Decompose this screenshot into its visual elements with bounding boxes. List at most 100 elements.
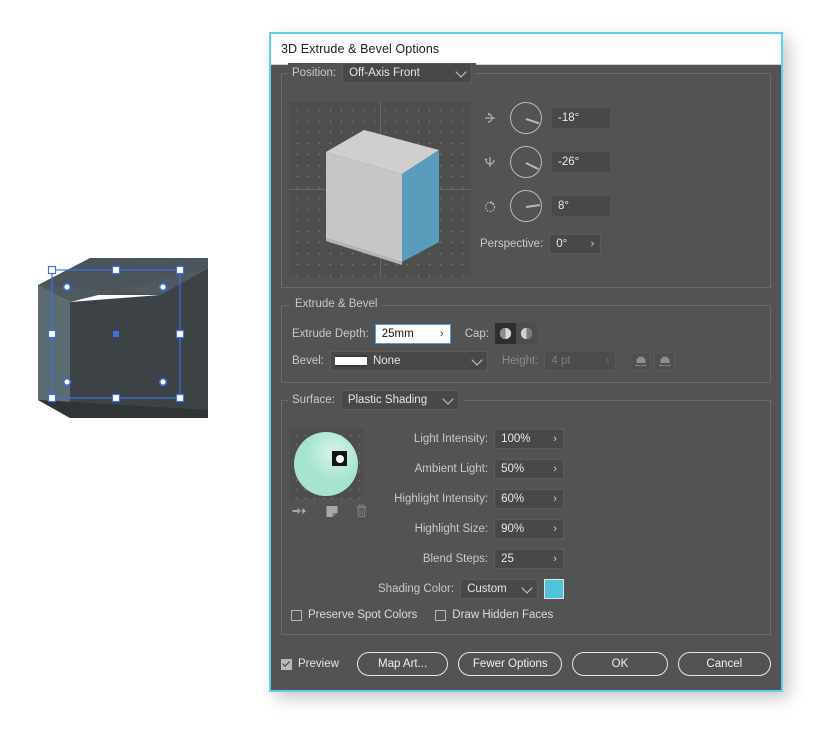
- light-intensity-stepper-icon[interactable]: ›: [547, 430, 563, 448]
- delete-light-icon[interactable]: [355, 504, 368, 523]
- rotate-z-input[interactable]: 8°: [552, 196, 610, 216]
- checkbox-box[interactable]: [435, 609, 447, 621]
- light-sphere[interactable]: [294, 432, 358, 496]
- light-intensity-row: Light Intensity: 100% ›: [378, 429, 565, 449]
- bevel-select-value: None: [372, 355, 401, 367]
- fewer-options-button[interactable]: Fewer Options: [458, 652, 563, 676]
- checkbox-box[interactable]: [281, 658, 292, 670]
- bevel-height-value: 4 pt: [551, 355, 571, 367]
- extrude-bevel-dialog: 3D Extrude & Bevel Options Position: Off…: [269, 32, 783, 692]
- ok-button[interactable]: OK: [572, 652, 668, 676]
- bevel-extent-out-button[interactable]: [630, 351, 652, 371]
- draw-hidden-faces-checkbox[interactable]: Draw Hidden Faces: [435, 609, 553, 621]
- dialog-title: 3D Extrude & Bevel Options: [281, 42, 440, 56]
- rotate-z-dial[interactable]: [510, 190, 542, 222]
- position-label: Position:: [292, 67, 337, 79]
- highlight-intensity-input[interactable]: 60% ›: [494, 489, 565, 509]
- light-tools: [292, 504, 368, 523]
- blend-steps-input[interactable]: 25 ›: [494, 549, 565, 569]
- blend-steps-row: Blend Steps: 25 ›: [378, 549, 565, 569]
- light-point-dot: [335, 454, 344, 463]
- shading-color-value: Custom: [467, 583, 507, 595]
- light-intensity-value: 100%: [501, 433, 531, 445]
- cap-toggle-group: [495, 323, 538, 344]
- perspective-stepper-icon[interactable]: ›: [584, 235, 600, 253]
- shading-color-row: Shading Color: Custom: [378, 579, 565, 599]
- surface-select-value: Plastic Shading: [347, 394, 428, 406]
- chevron-down-icon: [521, 582, 533, 594]
- rotate-y-input[interactable]: -26°: [552, 152, 610, 172]
- ambient-light-row: Ambient Light: 50% ›: [378, 459, 565, 479]
- perspective-input[interactable]: 0° ›: [549, 234, 602, 254]
- ambient-light-value: 50%: [501, 463, 525, 475]
- surface-panel: Surface: Plastic Shading Light Intensity…: [281, 390, 771, 635]
- chevron-down-icon: [471, 354, 483, 366]
- center-point: [113, 331, 119, 337]
- extrude-depth-value: 25mm: [381, 327, 414, 340]
- checkbox-box[interactable]: [291, 609, 302, 621]
- highlight-size-value: 90%: [501, 523, 525, 535]
- rotate-x-dial[interactable]: [510, 102, 542, 134]
- dialog-footer: Preview Map Art... Fewer Options OK Canc…: [281, 652, 771, 676]
- rotate-x-input[interactable]: -18°: [552, 108, 610, 128]
- ambient-light-stepper-icon[interactable]: ›: [547, 460, 563, 478]
- light-point-handle[interactable]: [332, 451, 347, 466]
- position-panel: Position: Off-Axis Front -18° -26° 8° Pe…: [281, 63, 771, 288]
- bevel-extent-in-button[interactable]: [654, 351, 676, 371]
- highlight-size-input[interactable]: 90% ›: [494, 519, 565, 539]
- bevel-height-input[interactable]: 4 pt ›: [544, 351, 617, 371]
- ambient-light-input[interactable]: 50% ›: [494, 459, 565, 479]
- extrude-bevel-panel: Extrude & Bevel Extrude Depth: 25mm › Ca…: [281, 298, 771, 383]
- chevron-down-icon: [442, 393, 454, 405]
- highlight-intensity-stepper-icon[interactable]: ›: [547, 490, 563, 508]
- rotate-z-value: 8°: [558, 200, 569, 212]
- bevel-height-stepper-icon[interactable]: ›: [599, 352, 615, 370]
- preview-cube-svg: [326, 130, 439, 265]
- cap-solid-button[interactable]: [495, 323, 517, 344]
- surface-header: Surface: Plastic Shading: [288, 390, 463, 410]
- rotation-controls: -18° -26° 8° Perspective: 0° ›: [480, 102, 610, 254]
- highlight-intensity-row: Highlight Intensity: 60% ›: [378, 489, 565, 509]
- highlight-intensity-label: Highlight Intensity:: [394, 493, 489, 505]
- dial-hand: [525, 118, 540, 124]
- position-header: Position: Off-Axis Front: [288, 63, 477, 83]
- shading-color-swatch[interactable]: [544, 579, 565, 599]
- map-art-button[interactable]: Map Art...: [356, 652, 449, 676]
- position-select[interactable]: Off-Axis Front: [342, 63, 473, 83]
- dialog-title-bar: 3D Extrude & Bevel Options: [271, 34, 781, 65]
- light-sphere-widget[interactable]: [290, 429, 364, 499]
- surface-label: Surface:: [292, 394, 335, 406]
- bevel-select[interactable]: None: [329, 351, 488, 371]
- surface-checkbox-row: Preserve Spot Colors Draw Hidden Faces: [291, 609, 553, 621]
- cancel-button[interactable]: Cancel: [677, 652, 771, 676]
- dial-hand: [525, 162, 539, 170]
- ambient-light-label: Ambient Light:: [414, 463, 489, 475]
- extrude-depth-input[interactable]: 25mm ›: [374, 323, 451, 344]
- preserve-spot-colors-checkbox[interactable]: Preserve Spot Colors: [291, 609, 417, 621]
- shading-color-select[interactable]: Custom: [460, 579, 539, 599]
- app-root: 3D Extrude & Bevel Options Position: Off…: [0, 0, 830, 736]
- highlight-size-stepper-icon[interactable]: ›: [547, 520, 563, 538]
- surface-fields: Light Intensity: 100% › Ambient Light: 5…: [378, 429, 565, 599]
- dialog-body: Position: Off-Axis Front -18° -26° 8° Pe…: [271, 63, 781, 690]
- preview-checkbox[interactable]: Preview: [281, 658, 339, 670]
- cube-preview[interactable]: [289, 102, 471, 277]
- rotation-x-row: -18°: [480, 102, 610, 134]
- new-light-icon[interactable]: [292, 505, 309, 523]
- artwork-svg: [38, 258, 208, 418]
- rotation-z-row: 8°: [480, 190, 610, 222]
- draw-hidden-faces-label: Draw Hidden Faces: [452, 609, 554, 621]
- light-intensity-input[interactable]: 100% ›: [494, 429, 565, 449]
- extrude-depth-label: Extrude Depth:: [292, 327, 369, 340]
- bevel-height-label: Height:: [501, 355, 539, 367]
- move-light-back-icon[interactable]: [325, 505, 339, 523]
- blend-steps-value: 25: [501, 553, 514, 565]
- chevron-down-icon: [455, 66, 467, 78]
- cap-hollow-button[interactable]: [516, 323, 538, 344]
- blend-steps-stepper-icon[interactable]: ›: [547, 550, 563, 568]
- canvas-artwork-object[interactable]: [30, 250, 215, 425]
- surface-select[interactable]: Plastic Shading: [340, 390, 459, 410]
- bevel-extent-group: [630, 351, 676, 371]
- extrude-depth-stepper-icon[interactable]: ›: [434, 325, 450, 343]
- rotate-y-dial[interactable]: [510, 146, 542, 178]
